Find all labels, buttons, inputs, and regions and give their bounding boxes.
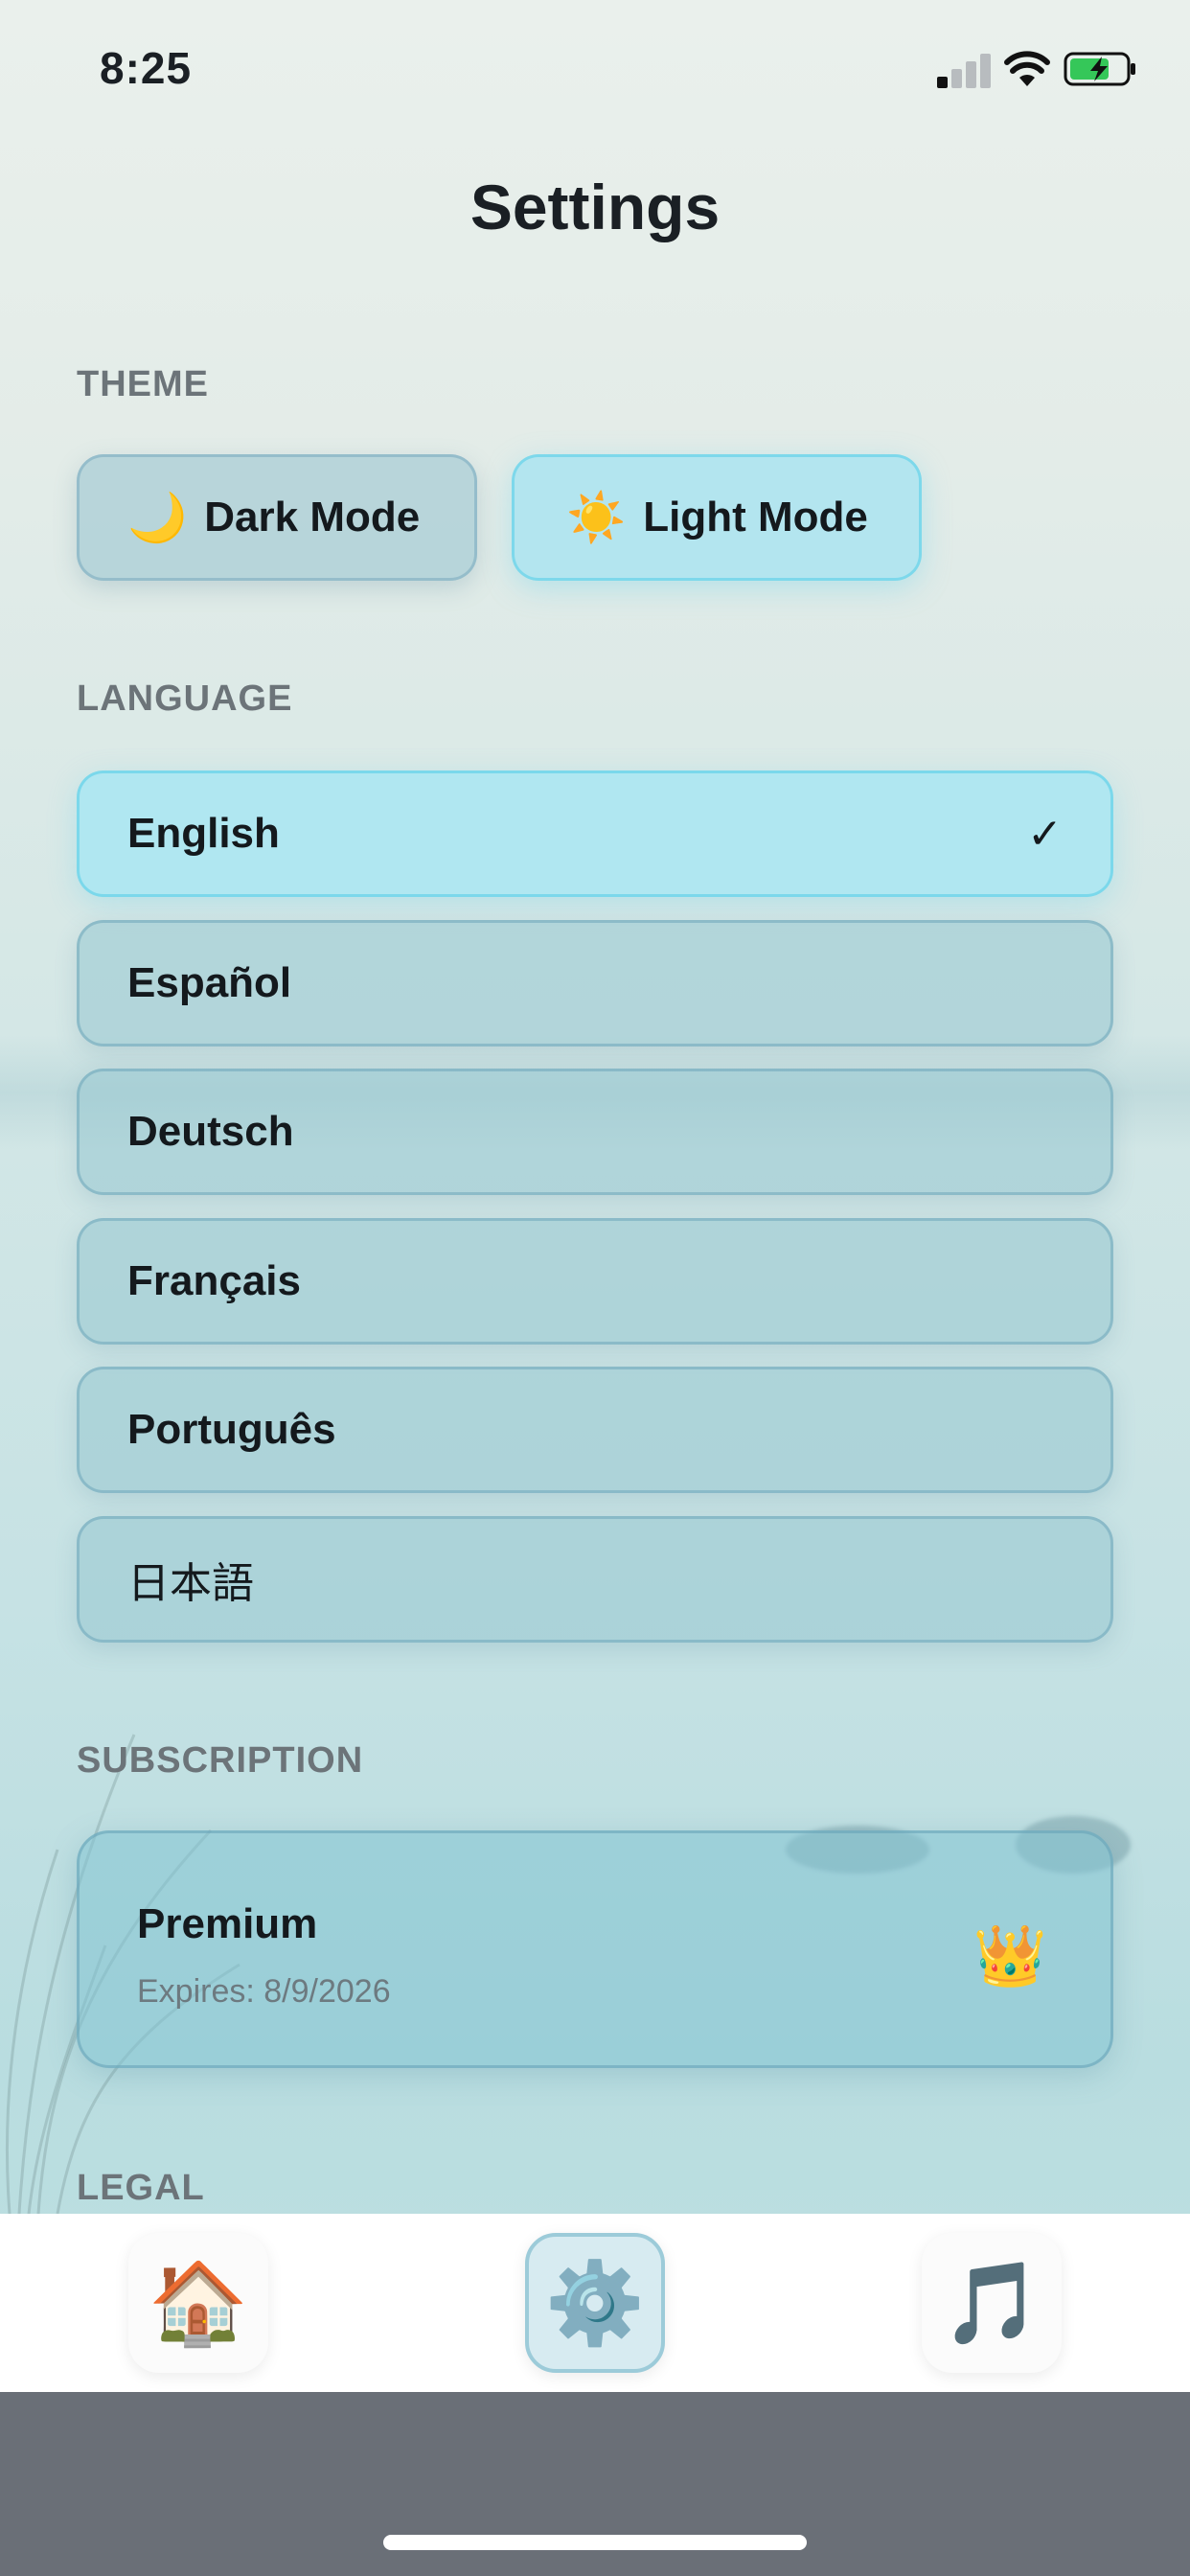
checkmark-icon: ✓ — [1027, 810, 1063, 858]
subscription-expiry: Expires: 8/9/2026 — [137, 1973, 391, 2010]
language-option-francais[interactable]: Français — [77, 1218, 1113, 1345]
settings-screen: 8:25 Settings THEME 🌙 Dark Mode ☀️ Light… — [0, 0, 1190, 2214]
language-option-label: 日本語 — [127, 1560, 254, 1607]
language-option-label: Français — [127, 1257, 301, 1304]
home-indicator[interactable] — [383, 2535, 807, 2550]
status-bar: 8:25 — [0, 0, 1190, 144]
subscription-plan: Premium — [137, 1900, 318, 1947]
wifi-icon — [1004, 51, 1050, 86]
tab-home[interactable]: 🏠 — [128, 2233, 268, 2373]
cellular-signal-icon — [937, 54, 993, 88]
language-option-label: Español — [127, 959, 292, 1006]
language-option-label: Português — [127, 1406, 336, 1453]
tab-settings[interactable]: ⚙️ — [525, 2233, 665, 2373]
language-option-japanese[interactable]: 日本語 — [77, 1516, 1113, 1643]
language-option-label: English — [127, 810, 280, 857]
status-time: 8:25 — [100, 43, 193, 93]
section-label-legal: LEGAL — [77, 2168, 205, 2208]
language-option-espanol[interactable]: Español — [77, 920, 1113, 1046]
gear-icon: ⚙️ — [544, 2257, 646, 2348]
music-note-icon: 🎵 — [941, 2257, 1042, 2348]
tab-music[interactable]: 🎵 — [922, 2233, 1062, 2373]
sun-icon: ☀️ — [566, 490, 627, 544]
light-mode-label: Light Mode — [643, 494, 868, 540]
home-icon: 🏠 — [148, 2257, 249, 2348]
tab-bar: 🏠 ⚙️ 🎵 — [0, 2214, 1190, 2392]
section-label-subscription: SUBSCRIPTION — [77, 1740, 364, 1781]
page-title: Settings — [469, 172, 721, 242]
moon-icon: 🌙 — [127, 490, 188, 544]
section-label-theme: THEME — [77, 364, 209, 404]
language-option-deutsch[interactable]: Deutsch — [77, 1069, 1113, 1195]
language-option-portugues[interactable]: Português — [77, 1367, 1113, 1493]
dark-mode-button[interactable]: 🌙 Dark Mode — [77, 454, 477, 581]
battery-charging-icon — [1064, 52, 1135, 86]
light-mode-button[interactable]: ☀️ Light Mode — [512, 454, 922, 581]
language-option-label: Deutsch — [127, 1108, 294, 1155]
section-label-language: LANGUAGE — [77, 678, 293, 719]
language-option-english[interactable]: English ✓ — [77, 770, 1113, 897]
dark-mode-label: Dark Mode — [204, 494, 421, 540]
crown-icon: 👑 — [973, 1923, 1047, 1990]
subscription-card[interactable]: Premium Expires: 8/9/2026 👑 — [77, 1830, 1113, 2068]
